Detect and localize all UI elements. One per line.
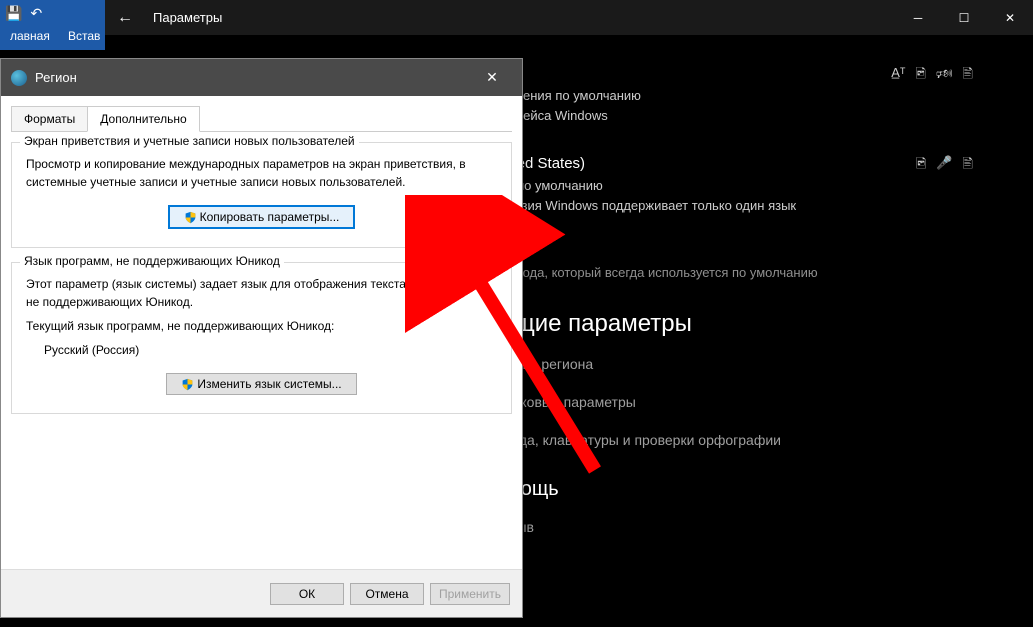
current-system-locale: Русский (Россия): [44, 341, 497, 359]
link-datetime[interactable]: емени и региона: [485, 356, 993, 372]
settings-titlebar: ← Параметры ─ ☐ ✕: [105, 0, 1033, 35]
current-label: Текущий язык программ, не поддерживающих…: [26, 317, 497, 335]
minimize-button[interactable]: ─: [895, 0, 941, 35]
language-item-1[interactable]: й риложения по умолчанию нтерфейса Windo…: [485, 65, 993, 125]
back-button[interactable]: ←: [105, 9, 145, 27]
save-icon[interactable]: 💾: [5, 5, 22, 22]
speech-icon: 🎤: [936, 155, 952, 177]
region-close-button[interactable]: ✕: [472, 69, 512, 86]
handwriting-icon: 🖹: [963, 155, 973, 177]
tts-icon: 🖻: [916, 65, 926, 87]
tab-strip: Форматы Дополнительно: [1, 96, 522, 132]
non-unicode-group: Язык программ, не поддерживающих Юникод …: [11, 262, 512, 414]
link-typing[interactable]: а ввода, клавиатуры и проверки орфографи…: [485, 432, 993, 448]
speech-icon: 🕬: [936, 65, 953, 87]
apply-button[interactable]: Применить: [430, 583, 510, 605]
region-titlebar: Регион ✕: [1, 59, 522, 96]
handwriting-icon: 🖹: [963, 65, 973, 87]
lang-feature-icons: A̲ᵀ 🖻 🕬 🖹: [891, 65, 973, 87]
tts-icon: 🖻: [916, 155, 926, 177]
settings-title: Параметры: [145, 10, 895, 25]
globe-icon: [11, 70, 27, 86]
help-header: помощь: [485, 478, 993, 501]
close-button[interactable]: ✕: [987, 0, 1033, 35]
undo-icon[interactable]: ↶: [30, 5, 42, 22]
change-system-locale-button[interactable]: Изменить язык системы...: [166, 373, 356, 395]
tab-advanced[interactable]: Дополнительно: [87, 106, 199, 132]
language-item-2[interactable]: (United States) вода по умолчанию лиценз…: [485, 155, 993, 235]
tab-content: Экран приветствия и учетные записи новых…: [11, 131, 512, 586]
ribbon-tab-home[interactable]: лавная: [0, 25, 60, 47]
uac-shield-icon: [184, 211, 197, 224]
lang-feature-icons: 🖻 🎤 🖹: [916, 155, 973, 177]
cancel-button[interactable]: Отмена: [350, 583, 424, 605]
tab-formats[interactable]: Форматы: [11, 106, 88, 132]
welcome-screen-group: Экран приветствия и учетные записи новых…: [11, 142, 512, 248]
region-dialog: Регион ✕ Форматы Дополнительно Экран при…: [0, 58, 523, 618]
related-settings-header: ующие параметры: [485, 310, 993, 338]
uac-shield-icon: [181, 378, 194, 391]
group-title: Язык программ, не поддерживающих Юникод: [20, 254, 284, 268]
display-lang-icon: A̲ᵀ: [891, 65, 905, 87]
default-input-text: тод ввода, который всегда используется п…: [485, 265, 993, 280]
maximize-button[interactable]: ☐: [941, 0, 987, 35]
ok-button[interactable]: ОК: [270, 583, 344, 605]
group-description: Просмотр и копирование международных пар…: [26, 155, 497, 191]
group-description: Этот параметр (язык системы) задает язык…: [26, 275, 497, 311]
ribbon-tab-insert[interactable]: Встав: [58, 25, 110, 47]
dialog-footer: ОК Отмена Применить: [1, 569, 522, 617]
link-feedback[interactable]: ь отзыв: [485, 519, 993, 535]
region-title: Регион: [35, 70, 472, 85]
copy-settings-button[interactable]: Копировать параметры...: [168, 205, 356, 229]
link-admin-lang[interactable]: нь зыковые параметры: [485, 394, 993, 410]
quick-access-toolbar: 💾 ↶: [5, 5, 42, 22]
group-title: Экран приветствия и учетные записи новых…: [20, 134, 359, 148]
